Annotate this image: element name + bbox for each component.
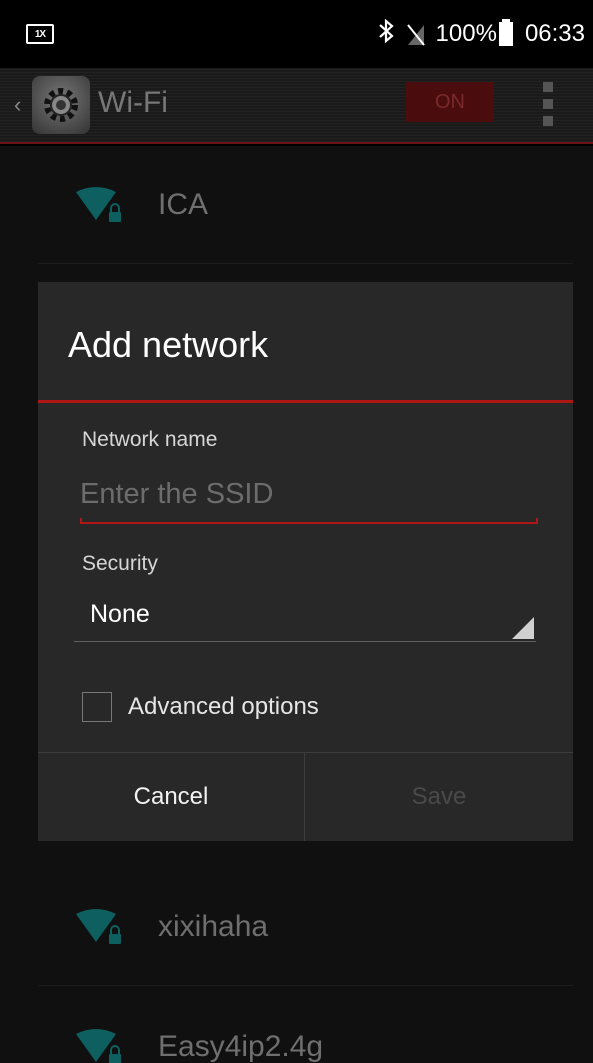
security-label: Security xyxy=(82,552,158,575)
battery-percent: 100% xyxy=(435,20,497,47)
bluetooth-icon xyxy=(378,18,394,49)
network-ssid: ICA xyxy=(158,188,209,221)
security-select[interactable]: None xyxy=(74,588,536,642)
settings-gear-icon[interactable] xyxy=(32,76,90,134)
action-bar: ‹ Wi-Fi ON xyxy=(0,68,593,144)
status-icons: 100% 06:33 xyxy=(378,18,585,50)
ssid-input-underline xyxy=(80,518,538,524)
network-item[interactable]: ICA xyxy=(38,146,573,264)
no-signal-icon xyxy=(406,23,425,46)
wifi-locked-icon xyxy=(76,186,130,231)
keyboard-icon: 1X xyxy=(26,24,54,44)
status-bar: 1X 100% 06:33 xyxy=(0,0,593,68)
wifi-toggle[interactable]: ON xyxy=(406,82,494,122)
network-item[interactable]: Easy4ip2.4g xyxy=(38,988,573,1063)
cancel-button[interactable]: Cancel xyxy=(38,753,304,841)
network-item[interactable]: xixihaha xyxy=(38,868,573,986)
page-title: Wi-Fi xyxy=(98,86,168,119)
advanced-options-checkbox[interactable] xyxy=(82,692,112,722)
wifi-locked-icon xyxy=(76,1028,130,1063)
network-ssid: xixihaha xyxy=(158,910,269,943)
security-value: None xyxy=(90,600,150,628)
dialog-title-divider xyxy=(38,400,573,403)
overflow-menu-icon[interactable] xyxy=(543,82,557,126)
battery-icon xyxy=(498,19,513,46)
clock: 06:33 xyxy=(524,20,585,47)
dropdown-corner-icon xyxy=(512,617,534,639)
advanced-options-label: Advanced options xyxy=(128,693,319,720)
wifi-locked-icon xyxy=(76,908,130,953)
advanced-options-row[interactable]: Advanced options xyxy=(82,692,319,722)
save-button[interactable]: Save xyxy=(305,753,573,841)
ssid-input[interactable] xyxy=(80,468,538,520)
add-network-dialog: Add network Network name Security None A… xyxy=(38,282,573,841)
up-caret-icon[interactable]: ‹ xyxy=(14,92,21,118)
network-name-label: Network name xyxy=(82,428,218,451)
dialog-title: Add network xyxy=(68,324,269,365)
network-ssid: Easy4ip2.4g xyxy=(158,1030,324,1063)
